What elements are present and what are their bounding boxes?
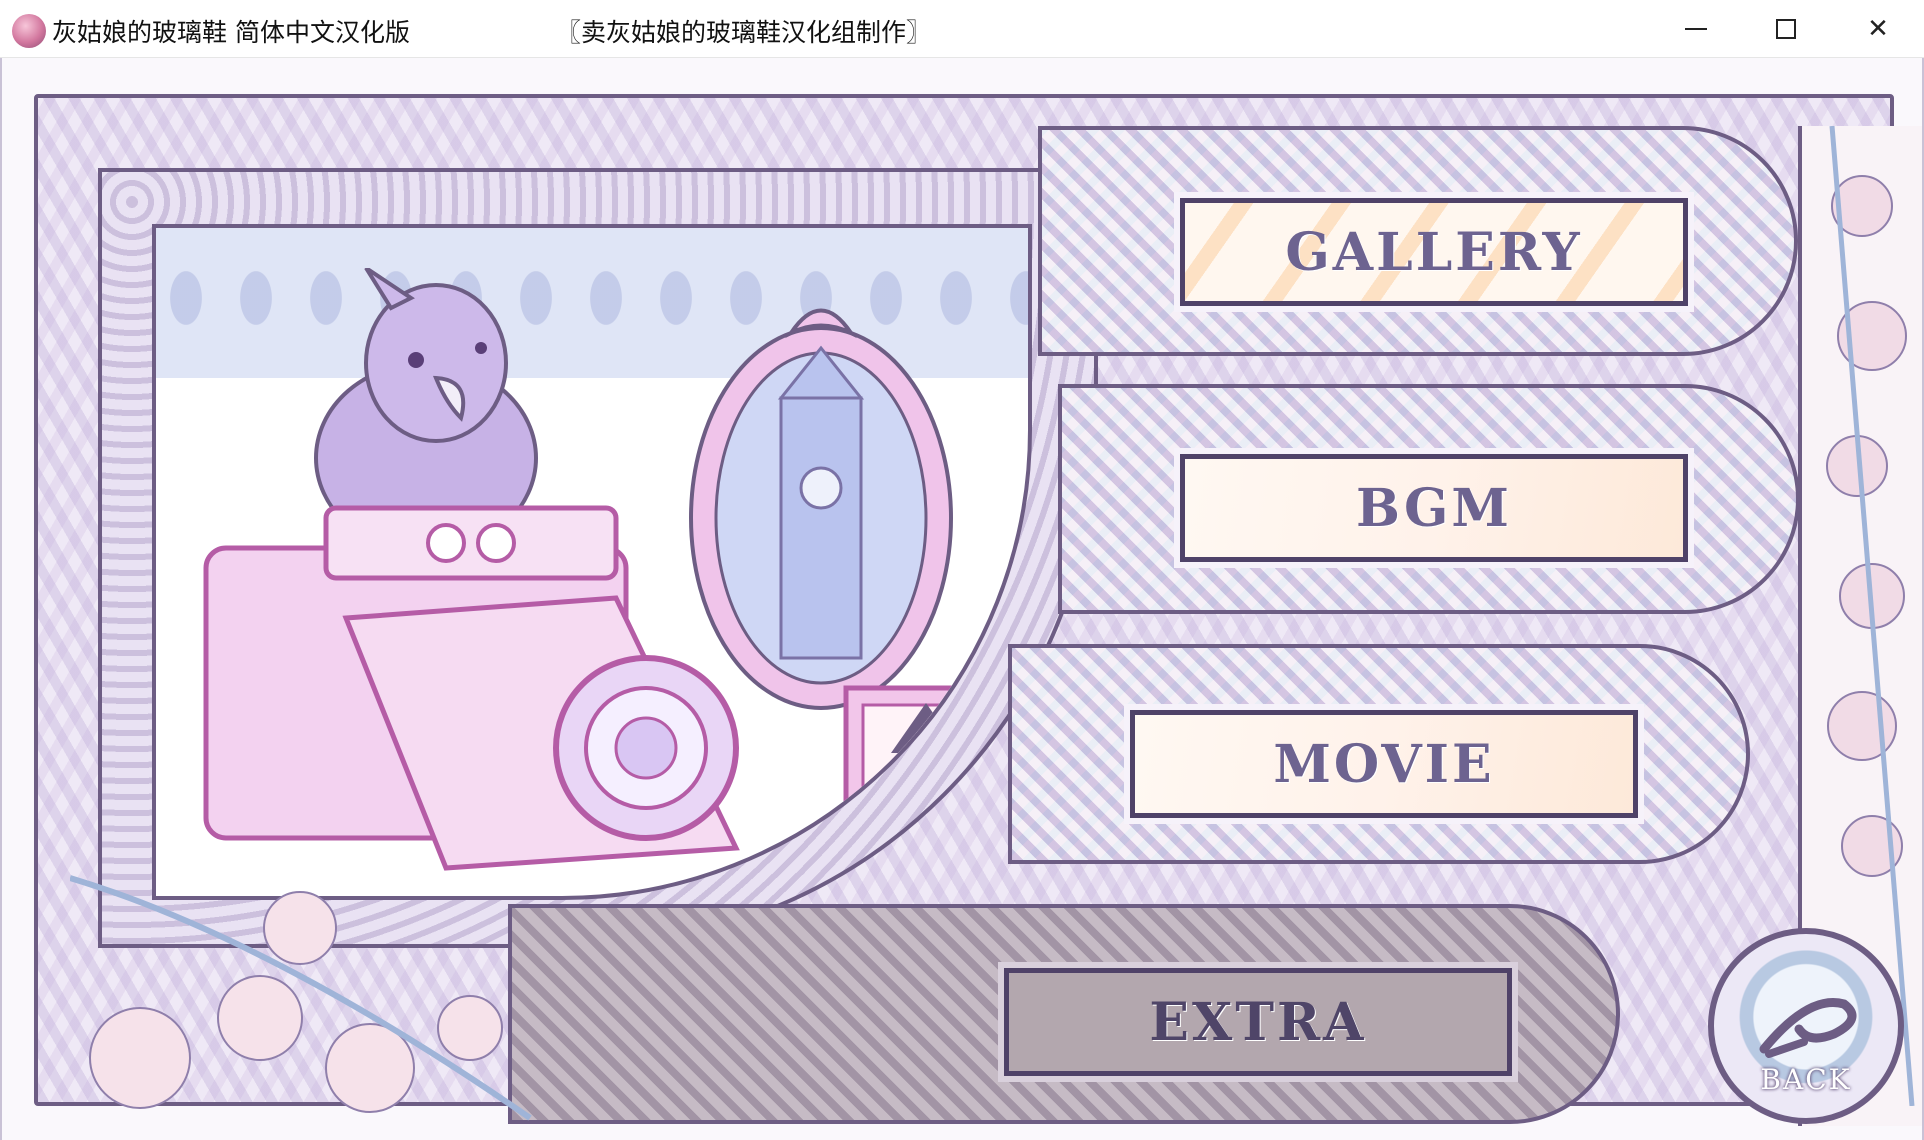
- window-credit: 〖卖灰姑娘的玻璃鞋汉化组制作〗: [556, 18, 932, 47]
- movie-button[interactable]: MOVIE: [1124, 704, 1644, 824]
- stained-glass-frame: GALLERY BGM MOVIE EXTRA BACK: [34, 94, 1922, 1126]
- minimize-button[interactable]: [1650, 0, 1742, 58]
- gallery-button[interactable]: GALLERY: [1174, 192, 1694, 312]
- window-titlebar: 灰姑娘的玻璃鞋 简体中文汉化版 〖卖灰姑娘的玻璃鞋汉化组制作〗 ✕: [0, 0, 1924, 58]
- close-icon: ✕: [1867, 14, 1889, 44]
- back-label: BACK: [1760, 1063, 1852, 1096]
- portrait-frame-illustration: [843, 685, 1009, 891]
- back-button[interactable]: BACK: [1708, 928, 1904, 1124]
- app-icon: [12, 14, 46, 48]
- close-button[interactable]: ✕: [1832, 0, 1924, 58]
- bgm-button[interactable]: BGM: [1174, 448, 1694, 568]
- illustration-window: [152, 224, 1032, 900]
- window-title: 灰姑娘的玻璃鞋 简体中文汉化版: [52, 18, 410, 47]
- maximize-button[interactable]: [1740, 0, 1832, 58]
- extra-button[interactable]: EXTRA: [998, 962, 1518, 1082]
- game-stage: GALLERY BGM MOVIE EXTRA BACK: [0, 58, 1924, 1140]
- maximize-icon: [1776, 19, 1796, 39]
- minimize-icon: [1685, 28, 1707, 30]
- rose-corner-illustration: [70, 875, 532, 1121]
